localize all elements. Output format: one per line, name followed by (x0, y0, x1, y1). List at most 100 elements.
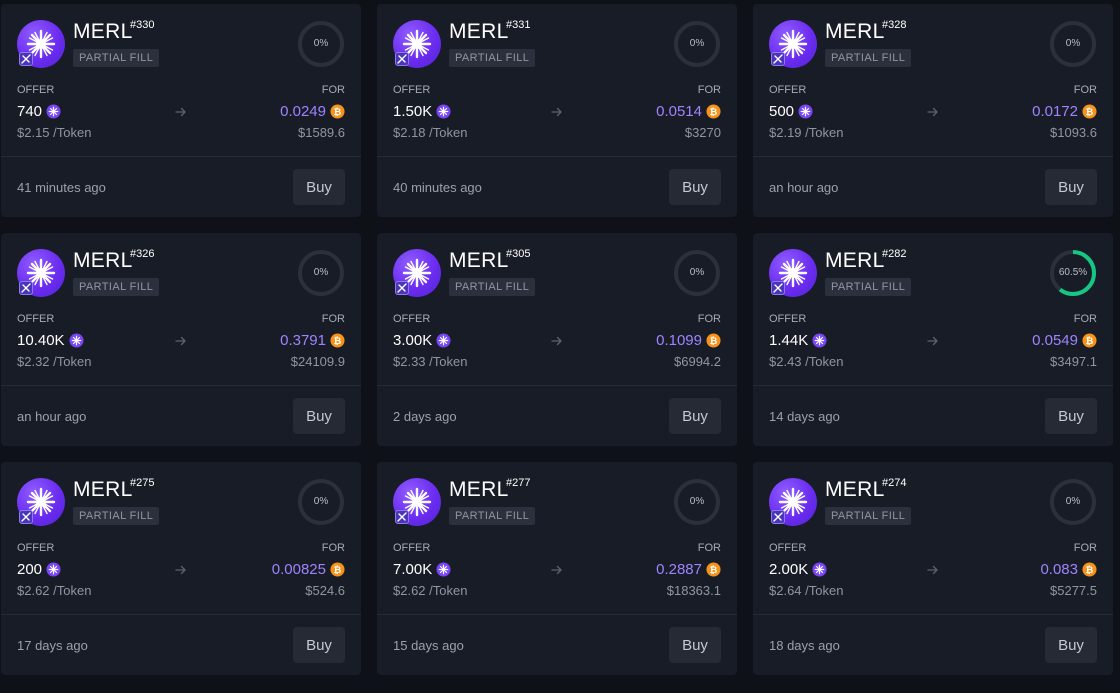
offer-label: OFFER (393, 84, 431, 96)
buy-button[interactable]: Buy (293, 398, 345, 434)
buy-button[interactable]: Buy (669, 169, 721, 205)
token-name: MERL (73, 20, 133, 43)
merlin-chain-icon (19, 52, 33, 66)
listing-number: #330 (130, 19, 155, 31)
arrow-right-icon (551, 565, 562, 575)
price-per-token: $2.62 /Token (17, 583, 91, 598)
fill-percent: 0% (313, 267, 329, 278)
price-per-token: $2.62 /Token (393, 583, 467, 598)
btc-amount: 0.00825 (271, 560, 326, 578)
listing-card[interactable]: MERL #330 PARTIAL FILL 0% OFFER FOR 740 (1, 4, 361, 217)
listing-card[interactable]: MERL #328 PARTIAL FILL 0% OFFER FOR 500 (753, 4, 1113, 217)
per-token-suffix: /Token (49, 354, 92, 369)
merl-token-icon (46, 103, 61, 119)
arrow-right-icon (927, 107, 938, 117)
fill-percent: 0% (1065, 496, 1081, 507)
merl-token-logo (769, 478, 817, 526)
listing-card[interactable]: MERL #331 PARTIAL FILL 0% OFFER FOR 1.50… (377, 4, 737, 217)
listing-number: #328 (882, 19, 907, 31)
listing-card[interactable]: MERL #274 PARTIAL FILL 0% OFFER FOR 2.00… (753, 462, 1113, 675)
arrow-right-icon (551, 336, 562, 346)
card-divider (377, 156, 737, 157)
price-per-token: $2.19 /Token (769, 125, 843, 140)
for-amount-row: 0.0514 ₿ (656, 101, 721, 121)
merl-token-logo (769, 249, 817, 297)
listing-card[interactable]: MERL #275 PARTIAL FILL 0% OFFER FOR 200 (1, 462, 361, 675)
partial-fill-badge: PARTIAL FILL (449, 278, 536, 296)
offer-amount-row: 1.50K (393, 101, 451, 121)
btc-amount: 0.0172 (1032, 102, 1078, 120)
bitcoin-icon: ₿ (706, 561, 721, 577)
arrow-right-icon (927, 336, 938, 346)
bitcoin-icon: ₿ (706, 103, 721, 119)
svg-text:₿: ₿ (334, 564, 342, 574)
buy-button[interactable]: Buy (293, 627, 345, 663)
partial-fill-badge: PARTIAL FILL (449, 507, 536, 525)
price-per-token-value: $2.18 (393, 125, 426, 140)
listing-card[interactable]: MERL #282 PARTIAL FILL 60.5% OFFER FOR 1… (753, 233, 1113, 446)
time-ago: an hour ago (17, 409, 87, 424)
fill-percent: 0% (1065, 38, 1081, 49)
merl-token-logo (393, 249, 441, 297)
card-divider (753, 614, 1113, 615)
card-divider (1, 385, 361, 386)
price-per-token: $2.15 /Token (17, 125, 91, 140)
merlin-chain-icon (395, 52, 409, 66)
for-label: FOR (1073, 84, 1097, 96)
buy-button[interactable]: Buy (1045, 169, 1097, 205)
per-token-suffix: /Token (49, 583, 92, 598)
offer-amount-row: 200 (17, 559, 61, 579)
offer-label: OFFER (17, 84, 55, 96)
buy-button[interactable]: Buy (1045, 398, 1097, 434)
merlin-chain-icon (771, 281, 785, 295)
price-per-token: $2.18 /Token (393, 125, 467, 140)
per-token-suffix: /Token (801, 583, 844, 598)
bitcoin-icon: ₿ (330, 561, 345, 577)
arrow-right-icon (927, 565, 938, 575)
merl-token-icon (436, 332, 451, 348)
svg-text:₿: ₿ (334, 106, 342, 116)
per-token-suffix: /Token (49, 125, 92, 140)
card-divider (377, 614, 737, 615)
listing-number: #274 (882, 477, 907, 489)
btc-amount: 0.0249 (280, 102, 326, 120)
offer-amount-row: 1.44K (769, 330, 827, 350)
offer-amount: 10.40K (17, 331, 65, 349)
buy-button[interactable]: Buy (669, 627, 721, 663)
card-divider (753, 156, 1113, 157)
for-amount-row: 0.0172 ₿ (1032, 101, 1097, 121)
usd-total: $24109.9 (290, 354, 345, 369)
per-token-suffix: /Token (425, 583, 468, 598)
svg-text:₿: ₿ (710, 106, 718, 116)
usd-total: $1093.6 (1050, 125, 1097, 140)
token-name: MERL (449, 478, 509, 501)
svg-text:₿: ₿ (1086, 564, 1094, 574)
price-per-token-value: $2.43 (769, 354, 802, 369)
btc-amount: 0.1099 (656, 331, 702, 349)
time-ago: 18 days ago (769, 638, 840, 653)
token-name: MERL (825, 478, 885, 501)
buy-button[interactable]: Buy (1045, 627, 1097, 663)
token-name: MERL (73, 249, 133, 272)
merlin-chain-icon (19, 281, 33, 295)
for-amount-row: 0.3791 ₿ (280, 330, 345, 350)
fill-progress-ring: 60.5% (1049, 249, 1097, 297)
bitcoin-icon: ₿ (706, 332, 721, 348)
buy-button[interactable]: Buy (669, 398, 721, 434)
time-ago: 41 minutes ago (17, 180, 106, 195)
buy-button[interactable]: Buy (293, 169, 345, 205)
time-ago: 17 days ago (17, 638, 88, 653)
listing-card[interactable]: MERL #326 PARTIAL FILL 0% OFFER FOR 10.4… (1, 233, 361, 446)
merl-token-logo (769, 20, 817, 68)
card-divider (753, 385, 1113, 386)
merl-token-icon (798, 103, 813, 119)
arrow-right-icon (175, 565, 186, 575)
partial-fill-badge: PARTIAL FILL (825, 278, 912, 296)
listing-card[interactable]: MERL #305 PARTIAL FILL 0% OFFER FOR 3.00… (377, 233, 737, 446)
listing-card[interactable]: MERL #277 PARTIAL FILL 0% OFFER FOR 7.00… (377, 462, 737, 675)
partial-fill-badge: PARTIAL FILL (73, 278, 160, 296)
offer-amount: 1.44K (769, 331, 809, 349)
listing-number: #326 (130, 248, 155, 260)
time-ago: 40 minutes ago (393, 180, 482, 195)
for-label: FOR (697, 313, 721, 325)
